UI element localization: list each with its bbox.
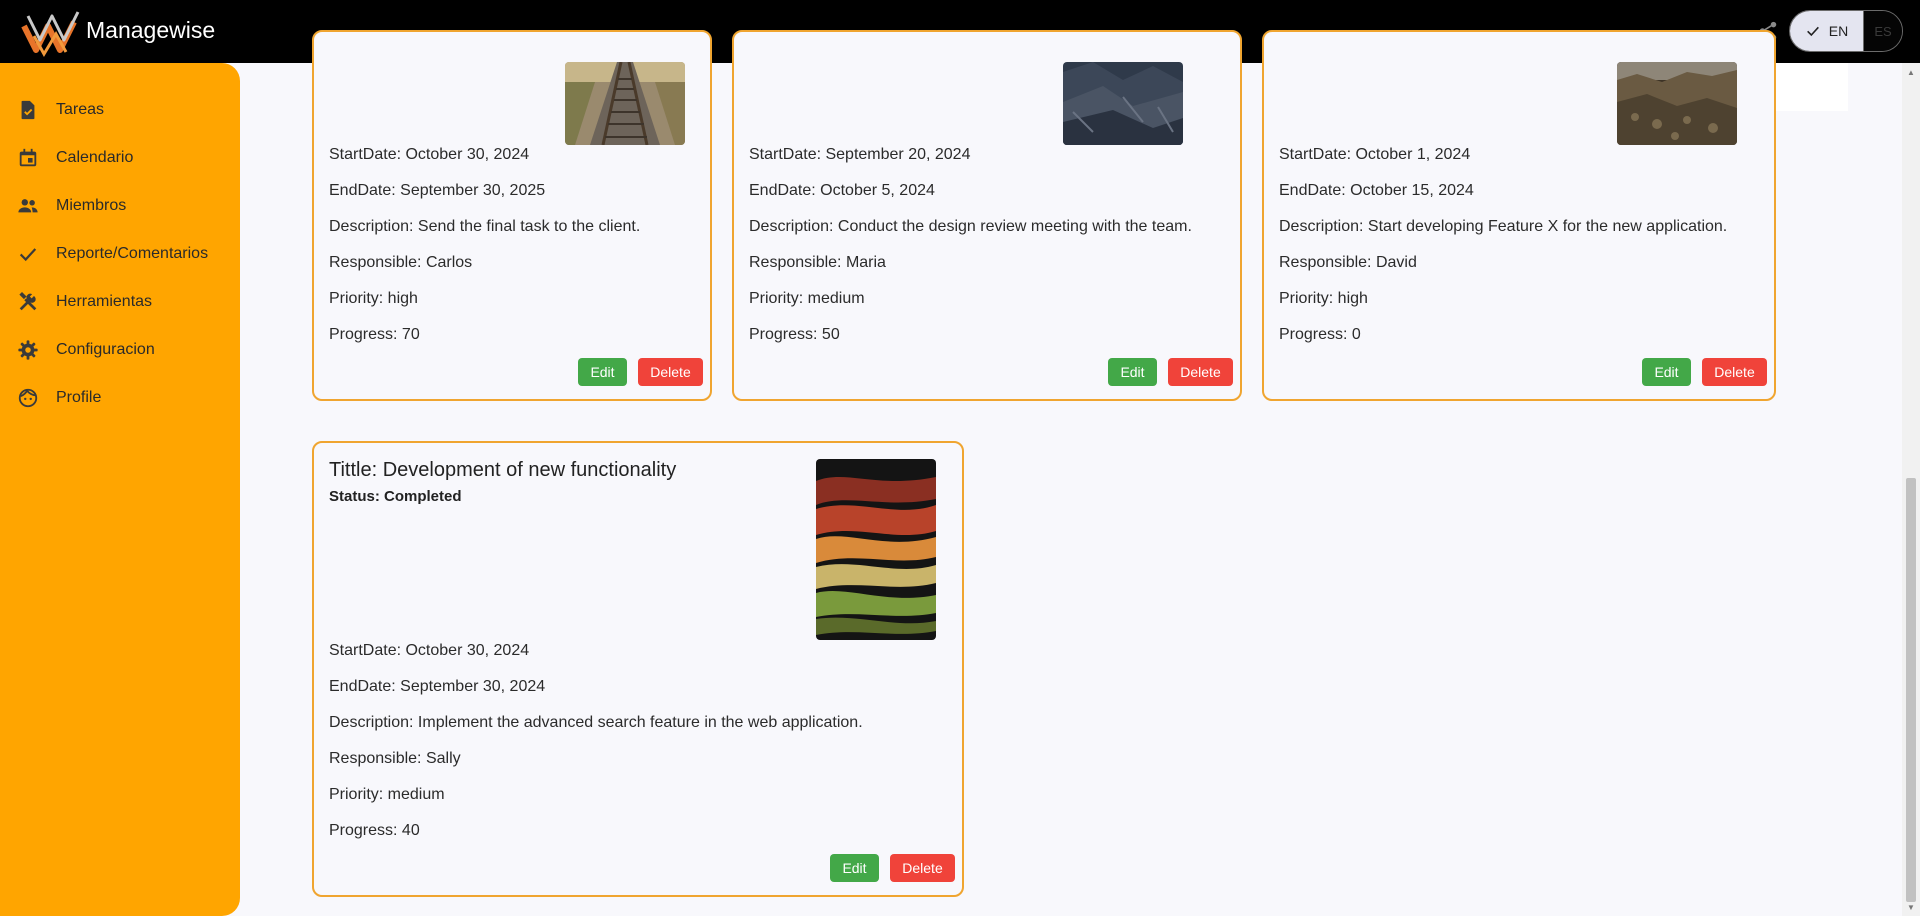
- sidebar: Tareas Calendario Miembros Reporte/Comen…: [0, 63, 240, 916]
- edit-button[interactable]: Edit: [1108, 358, 1157, 386]
- sidebar-item-label: Reporte/Comentarios: [56, 245, 209, 262]
- task-priority: Priority: medium: [329, 786, 445, 803]
- face-icon: [18, 388, 38, 408]
- task-end-date: EndDate: October 5, 2024: [749, 182, 935, 199]
- sidebar-item-label: Herramientas: [56, 293, 153, 310]
- sidebar-item-profile[interactable]: Profile: [0, 378, 240, 418]
- delete-button[interactable]: Delete: [638, 358, 703, 386]
- task-description: Description: Start developing Feature X …: [1279, 218, 1728, 235]
- logo-icon: [21, 11, 80, 57]
- sidebar-item-label: Profile: [56, 389, 102, 406]
- language-toggle: EN ES: [1789, 10, 1903, 52]
- sidebar-item-label: Miembros: [56, 197, 127, 214]
- task-icon: [21, 100, 35, 120]
- sidebar-item-configuracion[interactable]: Configuracion: [0, 330, 240, 370]
- task-image: [565, 62, 685, 145]
- task-image: [1063, 62, 1183, 145]
- scrollbar-thumb[interactable]: [1906, 478, 1916, 902]
- task-end-date: EndDate: September 30, 2025: [329, 182, 546, 199]
- delete-button[interactable]: Delete: [890, 854, 955, 882]
- task-description: Description: Conduct the design review m…: [749, 218, 1192, 235]
- task-priority: Priority: high: [329, 290, 418, 307]
- task-end-date: EndDate: October 15, 2024: [1279, 182, 1474, 199]
- edit-button[interactable]: Edit: [830, 854, 879, 882]
- scroll-up-icon[interactable]: ▲: [1902, 65, 1920, 79]
- calendar-icon: [19, 148, 37, 167]
- task-start-date: StartDate: September 20, 2024: [749, 146, 971, 163]
- task-image: [1617, 62, 1737, 145]
- lang-es-button[interactable]: ES: [1863, 11, 1902, 51]
- people-icon: [18, 199, 38, 213]
- task-progress: Progress: 70: [329, 326, 420, 343]
- task-description: Description: Implement the advanced sear…: [329, 714, 863, 731]
- edit-button[interactable]: Edit: [1642, 358, 1691, 386]
- task-progress: Progress: 50: [749, 326, 840, 343]
- edit-button[interactable]: Edit: [578, 358, 627, 386]
- task-image: [816, 459, 936, 640]
- task-end-date: EndDate: September 30, 2024: [329, 678, 546, 695]
- lang-es-label: ES: [1874, 23, 1892, 39]
- sidebar-item-label: Configuracion: [56, 341, 155, 358]
- task-responsible: Responsible: Maria: [749, 254, 886, 271]
- task-title: Tittle: Development of new functionality: [329, 459, 677, 481]
- sidebar-item-label: Calendario: [56, 149, 134, 166]
- task-priority: Priority: high: [1279, 290, 1368, 307]
- task-responsible: Responsible: David: [1279, 254, 1417, 271]
- delete-button[interactable]: Delete: [1702, 358, 1767, 386]
- task-status: Status: Completed: [329, 488, 462, 505]
- check-icon: [1806, 26, 1819, 37]
- task-card: StartDate: October 1, 2024 EndDate: Octo…: [1262, 30, 1776, 401]
- task-description: Description: Send the final task to the …: [329, 218, 641, 235]
- task-progress: Progress: 0: [1279, 326, 1361, 343]
- task-responsible: Responsible: Sally: [329, 750, 461, 767]
- scroll-down-icon[interactable]: ▼: [1902, 900, 1920, 914]
- task-start-date: StartDate: October 30, 2024: [329, 642, 530, 659]
- task-card: StartDate: September 20, 2024 EndDate: O…: [732, 30, 1242, 401]
- sidebar-item-reporte-comentarios[interactable]: Reporte/Comentarios: [0, 234, 240, 274]
- sidebar-item-label: Tareas: [56, 101, 105, 118]
- lang-en-label: EN: [1828, 23, 1849, 39]
- sidebar-item-calendario[interactable]: Calendario: [0, 138, 240, 178]
- task-start-date: StartDate: October 1, 2024: [1279, 146, 1471, 163]
- task-priority: Priority: medium: [749, 290, 865, 307]
- brand-name: Managewise: [86, 17, 216, 43]
- task-start-date: StartDate: October 30, 2024: [329, 146, 530, 163]
- check-icon: [19, 248, 37, 262]
- tools-icon: [19, 292, 37, 311]
- task-responsible: Responsible: Carlos: [329, 254, 473, 271]
- lang-en-button[interactable]: EN: [1790, 11, 1863, 51]
- sidebar-item-tareas[interactable]: Tareas: [0, 90, 240, 130]
- sidebar-item-miembros[interactable]: Miembros: [0, 186, 240, 226]
- task-card: Tittle: Development of new functionality…: [312, 441, 964, 897]
- task-card: StartDate: October 30, 2024 EndDate: Sep…: [312, 30, 712, 401]
- sidebar-item-herramientas[interactable]: Herramientas: [0, 282, 240, 322]
- delete-button[interactable]: Delete: [1168, 358, 1233, 386]
- gear-icon: [18, 340, 38, 360]
- vertical-scrollbar[interactable]: ▲ ▼: [1902, 63, 1920, 916]
- task-progress: Progress: 40: [329, 822, 420, 839]
